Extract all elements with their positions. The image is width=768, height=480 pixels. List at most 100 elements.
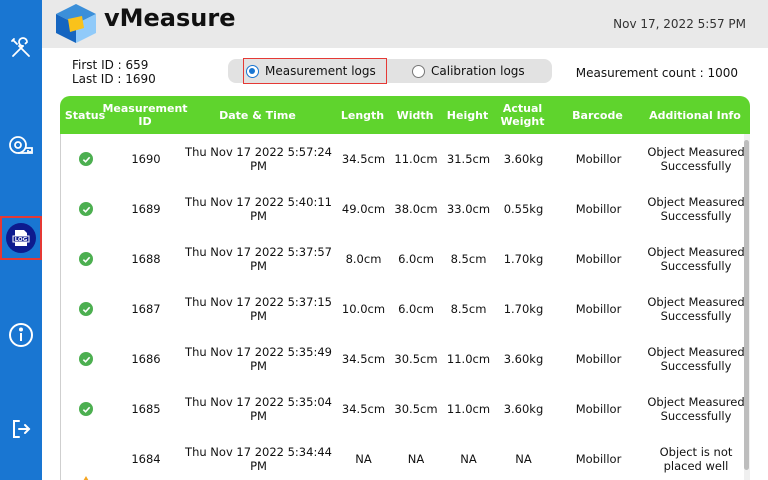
tools-icon — [11, 37, 30, 57]
sidebar-item-logout[interactable] — [0, 408, 42, 450]
cell-barcode: Mobillor — [575, 252, 622, 266]
cell-date-time: Thu Nov 17 2022 5:37:57 PM — [185, 245, 332, 273]
cell-measurement-id: 1686 — [131, 352, 161, 366]
table-row[interactable]: 1686 Thu Nov 17 2022 5:35:49 PM 34.5cm 30.5… — [61, 334, 750, 384]
col-header-height: Height — [446, 108, 489, 122]
main-content: First ID : 659 Last ID : 1690 Measuremen… — [42, 48, 768, 480]
cell-height: 8.5cm — [450, 252, 487, 266]
cell-additional-info: Object is not placed well — [659, 445, 733, 473]
cell-length: 34.5cm — [341, 352, 386, 366]
cell-status — [61, 384, 111, 434]
cell-measurement-id: 1689 — [131, 202, 161, 216]
check-circle-icon — [79, 202, 93, 216]
cell-measurement-id: 1685 — [131, 402, 161, 416]
cell-additional-info: Object Measured Successfully — [647, 245, 745, 273]
measurement-count: Measurement count : 1000 — [575, 66, 738, 80]
cell-barcode: Mobillor — [575, 452, 622, 466]
table-row[interactable]: 1689 Thu Nov 17 2022 5:40:11 PM 49.0cm 38.0… — [61, 184, 750, 234]
cell-length: 8.0cm — [345, 252, 382, 266]
cell-actual-weight: NA — [515, 452, 532, 466]
cell-actual-weight: 0.55kg — [503, 202, 544, 216]
cell-actual-weight: 3.60kg — [503, 152, 544, 166]
table-row[interactable]: 1690 Thu Nov 17 2022 5:57:24 PM 34.5cm 11.0… — [61, 134, 750, 184]
col-header-width: Width — [396, 108, 434, 122]
last-id: Last ID : 1690 — [72, 72, 156, 86]
cell-width: 6.0cm — [398, 302, 434, 316]
cell-status — [61, 434, 111, 480]
col-header-barcode: Barcode — [572, 108, 623, 122]
cell-height: NA — [460, 452, 477, 466]
check-circle-icon — [79, 152, 93, 166]
cell-width: NA — [407, 452, 425, 466]
cell-date-time: Thu Nov 17 2022 5:37:15 PM — [185, 295, 332, 323]
check-circle-icon — [79, 352, 93, 366]
cell-height: 31.5cm — [446, 152, 491, 166]
cell-date-time: Thu Nov 17 2022 5:57:24 PM — [185, 145, 332, 173]
cell-height: 8.5cm — [450, 302, 487, 316]
cell-measurement-id: 1687 — [131, 302, 161, 316]
col-header-measurement-id: Measurement ID — [102, 102, 188, 128]
cell-status — [61, 184, 111, 234]
cell-status — [61, 134, 111, 184]
cell-measurement-id: 1684 — [131, 452, 161, 466]
table-row[interactable]: 1685 Thu Nov 17 2022 5:35:04 PM 34.5cm 30.5… — [61, 384, 750, 434]
table-row[interactable]: 1687 Thu Nov 17 2022 5:37:15 PM 10.0cm 6.0c… — [61, 284, 750, 334]
sidebar-item-measure[interactable] — [0, 124, 42, 166]
tape-measure-icon — [9, 136, 33, 154]
cell-height: 11.0cm — [446, 402, 491, 416]
cell-status — [61, 334, 111, 384]
first-id: First ID : 659 — [72, 58, 149, 72]
cell-barcode: Mobillor — [575, 302, 622, 316]
measurement-table: Status Measurement ID Date & Time Length Wid… — [60, 96, 750, 480]
table-body[interactable]: 1690 Thu Nov 17 2022 5:57:24 PM 34.5cm 11.0… — [60, 134, 750, 480]
cell-measurement-id: 1688 — [131, 252, 161, 266]
cell-width: 11.0cm — [394, 152, 438, 166]
logout-icon — [13, 420, 31, 438]
cell-additional-info: Object Measured Successfully — [647, 395, 745, 423]
log-type-toggle: Measurement logs Calibration logs — [228, 58, 552, 84]
tab-calibration-logs[interactable]: Calibration logs — [412, 59, 542, 83]
cell-barcode: Mobillor — [575, 202, 622, 216]
table-header: Status Measurement ID Date & Time Length Wid… — [60, 96, 750, 134]
cell-status — [61, 284, 111, 334]
table-row[interactable]: 1688 Thu Nov 17 2022 5:37:57 PM 8.0cm 6.0cm… — [61, 234, 750, 284]
sidebar-item-tools[interactable] — [0, 27, 42, 69]
cell-additional-info: Object Measured Successfully — [647, 145, 745, 173]
warning-icon — [79, 476, 93, 480]
cell-height: 11.0cm — [446, 352, 491, 366]
cell-barcode: Mobillor — [575, 152, 622, 166]
cell-additional-info: Object Measured Successfully — [647, 295, 745, 323]
cell-date-time: Thu Nov 17 2022 5:34:44 PM — [185, 445, 332, 473]
cell-date-time: Thu Nov 17 2022 5:35:04 PM — [185, 395, 332, 423]
sidebar-item-info[interactable] — [0, 314, 42, 356]
cell-length: NA — [355, 452, 372, 466]
radio-selected-icon[interactable] — [246, 64, 259, 78]
cell-width: 30.5cm — [394, 402, 438, 416]
check-circle-icon — [79, 302, 93, 316]
cell-barcode: Mobillor — [575, 352, 622, 366]
tab-measurement-logs[interactable]: Measurement logs — [243, 58, 387, 84]
scrollbar-thumb[interactable] — [744, 140, 749, 470]
cell-length: 34.5cm — [341, 402, 386, 416]
cell-width: 30.5cm — [394, 352, 438, 366]
cell-actual-weight: 3.60kg — [503, 402, 544, 416]
log-icon: LOG — [6, 223, 36, 253]
table-row[interactable]: 1684 Thu Nov 17 2022 5:34:44 PM NA NA NA NA Mo… — [61, 434, 750, 480]
sidebar-item-logs[interactable]: LOG — [0, 216, 42, 260]
cell-actual-weight: 1.70kg — [503, 252, 544, 266]
log-icon-label: LOG — [15, 237, 28, 243]
current-datetime: Nov 17, 2022 5:57 PM — [613, 17, 746, 31]
cell-actual-weight: 1.70kg — [503, 302, 544, 316]
info-icon — [9, 323, 33, 347]
col-header-date-time: Date & Time — [219, 108, 296, 122]
cell-barcode: Mobillor — [575, 402, 622, 416]
sidebar: LOG — [0, 0, 42, 480]
cell-date-time: Thu Nov 17 2022 5:40:11 PM — [185, 195, 332, 223]
cell-length: 10.0cm — [341, 302, 386, 316]
logo-icon — [56, 4, 96, 43]
col-header-additional-info: Additional Info — [649, 108, 741, 122]
cell-additional-info: Object Measured Successfully — [647, 195, 745, 223]
check-circle-icon — [79, 252, 93, 266]
radio-unselected-icon[interactable] — [412, 64, 425, 78]
cell-length: 34.5cm — [341, 152, 386, 166]
